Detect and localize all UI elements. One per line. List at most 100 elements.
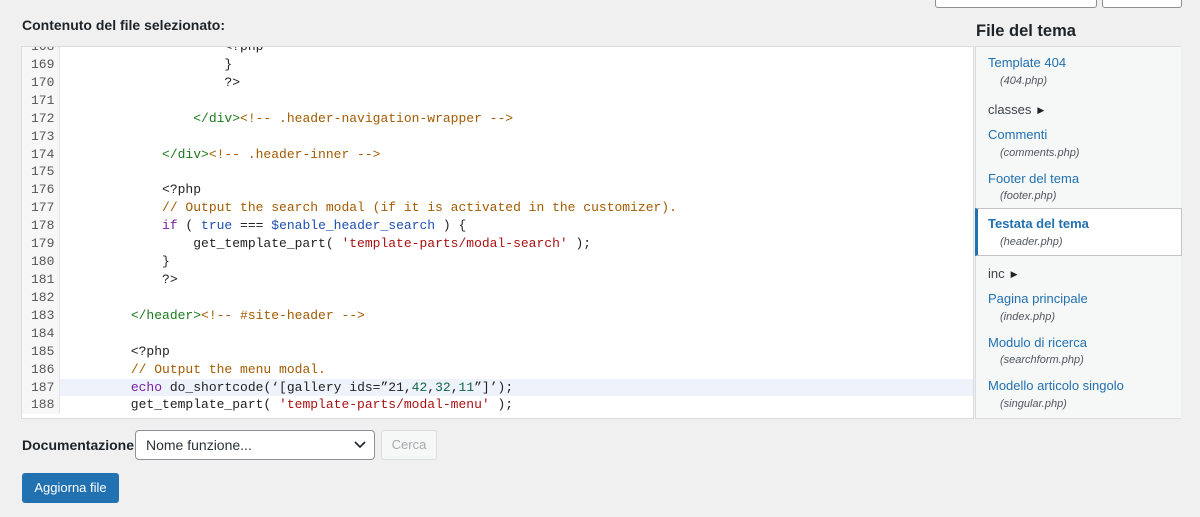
code-line[interactable]: 188 get_template_part( 'template-parts/m… [22,396,973,415]
code-line[interactable]: 170 ?> [22,73,973,92]
file-link-index[interactable]: Pagina principale [988,291,1088,306]
function-select[interactable]: Nome funzione... [135,430,375,460]
line-number: 171 [22,91,60,110]
line-number: 172 [22,109,60,128]
file-name-404: (404.php) [1000,75,1048,87]
code-token: // Output the search modal (if it is act… [162,200,677,216]
code-line[interactable]: 176 <?php [22,181,973,200]
code-line[interactable]: 175 [22,163,973,182]
code-token: true [201,218,233,234]
code-token: , [450,379,459,395]
code-token: ?> [84,271,178,287]
code-line[interactable]: 182 [22,288,973,307]
code-token: if [162,218,178,234]
file-name-index: (index.php) [1000,311,1056,323]
file-name-footer: (footer.php) [1000,190,1057,202]
line-number: 170 [22,73,60,92]
code-line[interactable]: 179 get_template_part( 'template-parts/m… [22,235,973,254]
code-line[interactable]: 178 if ( true === $enable_header_search … [22,217,973,236]
line-number: 174 [22,145,60,164]
code-token: } [84,254,170,270]
line-number: 177 [22,199,60,218]
code-token: $enable_header_search [271,218,436,234]
file-link-comments[interactable]: Commenti [988,127,1047,142]
code-token: // Output the menu modal. [130,361,326,377]
line-number: 168 [22,47,60,56]
folder-inc[interactable]: inc ▶ [988,266,1018,281]
code-token: ( [177,218,202,234]
code-text: // Output the search modal (if it is act… [84,199,677,217]
file-name-header: (header.php) [1000,236,1063,248]
code-text: } [84,56,232,74]
code-token: do_shortcode(‘[gallery ids=”21, [162,379,412,395]
code-token: <?php [84,343,170,359]
code-token: ”]’); [474,379,514,395]
code-line[interactable]: 185 <?php [22,342,973,361]
code-text: get_template_part( 'template-parts/modal… [84,235,591,253]
code-line[interactable]: 173 [22,127,973,146]
line-number: 178 [22,217,60,236]
code-token: get_template_part( [84,397,280,413]
code-line[interactable]: 177 // Output the search modal (if it is… [22,199,973,218]
line-number: 176 [22,181,60,200]
code-text: </header><!-- #site-header --> [84,307,365,325]
folder-label-inc: inc [988,266,1005,281]
file-link-searchform[interactable]: Modulo di ricerca [988,335,1087,350]
code-line[interactable]: 186 // Output the menu modal. [22,360,973,379]
code-token: </header> [130,307,202,323]
code-token: </div> [162,146,209,162]
code-token: ) { [435,218,467,234]
code-line[interactable]: 187 echo do_shortcode(‘[gallery ids=”21,… [22,378,973,397]
code-token: 'template-parts/modal-menu' [279,397,490,413]
code-text: </div><!-- .header-navigation-wrapper --… [84,110,513,128]
chevron-down-icon [354,441,366,449]
file-link-singular[interactable]: Modello articolo singolo [988,378,1124,393]
code-text: } [84,253,170,271]
code-token: <!-- #site-header --> [201,307,365,323]
line-number: 185 [22,342,60,361]
code-token: ?> [84,74,241,90]
code-line[interactable]: 184 [22,324,973,343]
code-text: get_template_part( 'template-parts/modal… [84,396,513,414]
code-token: echo [130,379,163,395]
line-number: 188 [22,396,60,415]
code-token: 'template-parts/modal-search' [341,236,568,252]
line-number: 184 [22,324,60,343]
code-token: 11 [458,379,475,395]
top-button-partial[interactable] [935,0,1097,8]
code-line[interactable]: 183 </header><!-- #site-header --> [22,306,973,325]
code-editor[interactable]: 168 <?php 169 } 170 ?> 171 172 </div><!-- .h… [21,46,974,419]
line-number: 175 [22,163,60,182]
code-token: <?php [84,182,202,198]
line-number: 173 [22,127,60,146]
code-line[interactable]: 168 <?php [22,47,973,56]
top-button-partial-2[interactable] [1102,0,1182,8]
code-token: <!-- .header-navigation-wrapper --> [240,110,514,126]
code-line[interactable]: 172 </div><!-- .header-navigation-wrappe… [22,109,973,128]
code-line[interactable]: 181 ?> [22,270,973,289]
folder-classes[interactable]: classes ▶ [988,102,1044,117]
file-name-comments: (comments.php) [1000,147,1080,159]
line-number: 179 [22,235,60,254]
code-line[interactable]: 171 [22,91,973,110]
search-button[interactable]: Cerca [381,430,437,460]
update-file-button[interactable]: Aggiorna file [22,473,119,503]
code-line[interactable]: 169 } [22,55,973,74]
code-line[interactable]: 180 } [22,253,973,271]
file-name-singular: (singular.php) [1000,398,1067,410]
code-line[interactable]: 174 </div><!-- .header-inner --> [22,145,973,164]
file-content-label: Contenuto del file selezionato: [22,17,226,33]
file-link-template-404[interactable]: Template 404 [988,55,1066,70]
file-link-header[interactable]: Testata del tema [988,216,1089,231]
line-number: 186 [22,360,60,379]
code-token: 32 [435,379,451,395]
file-link-footer[interactable]: Footer del tema [988,171,1079,186]
code-text: <?php [84,47,263,56]
code-text: <?php [84,181,201,199]
